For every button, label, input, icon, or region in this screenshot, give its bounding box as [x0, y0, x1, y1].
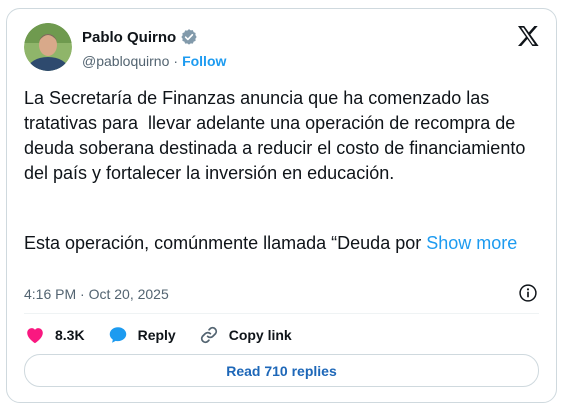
- info-icon[interactable]: [518, 283, 538, 303]
- follow-button[interactable]: Follow: [182, 53, 226, 69]
- verified-badge-icon: [180, 28, 198, 46]
- author-name[interactable]: Pablo Quirno: [82, 29, 176, 46]
- heart-icon: [27, 328, 43, 344]
- speech-bubble-icon: [109, 327, 126, 343]
- action-bar: 8.3K Reply Copy link: [24, 323, 314, 347]
- tweet-text: La Secretaría de Finanzas anuncia que ha…: [24, 88, 531, 183]
- copy-link-label: Copy link: [228, 327, 292, 343]
- tweet-text-part2: Esta operación, comúnmente llamada “Deud…: [24, 233, 427, 253]
- copy-link-button[interactable]: Copy link: [198, 324, 292, 346]
- divider: [24, 313, 539, 314]
- reply-label: Reply: [137, 327, 176, 343]
- avatar[interactable]: [24, 23, 72, 71]
- author-handle[interactable]: @pabloquirno: [82, 53, 169, 69]
- tweet-card: Pablo Quirno @pabloquirno · Follow La Se…: [6, 8, 557, 403]
- author-block: Pablo Quirno @pabloquirno · Follow: [82, 27, 226, 70]
- read-replies-button[interactable]: Read 710 replies: [24, 354, 539, 387]
- link-icon: [200, 326, 217, 344]
- avatar-image: [24, 23, 72, 71]
- like-count: 8.3K: [55, 327, 85, 343]
- tweet-timestamp[interactable]: 4:16 PM · Oct 20, 2025: [24, 286, 169, 302]
- read-replies-label: Read 710 replies: [226, 362, 337, 379]
- show-more-link[interactable]: Show more: [426, 233, 517, 253]
- tweet-text-continued: Esta operación, comúnmente llamada “Deud…: [24, 231, 544, 256]
- x-logo-icon[interactable]: [516, 24, 540, 48]
- separator-dot: ·: [173, 53, 179, 69]
- reply-button[interactable]: Reply: [107, 324, 176, 346]
- like-button[interactable]: 8.3K: [24, 324, 85, 346]
